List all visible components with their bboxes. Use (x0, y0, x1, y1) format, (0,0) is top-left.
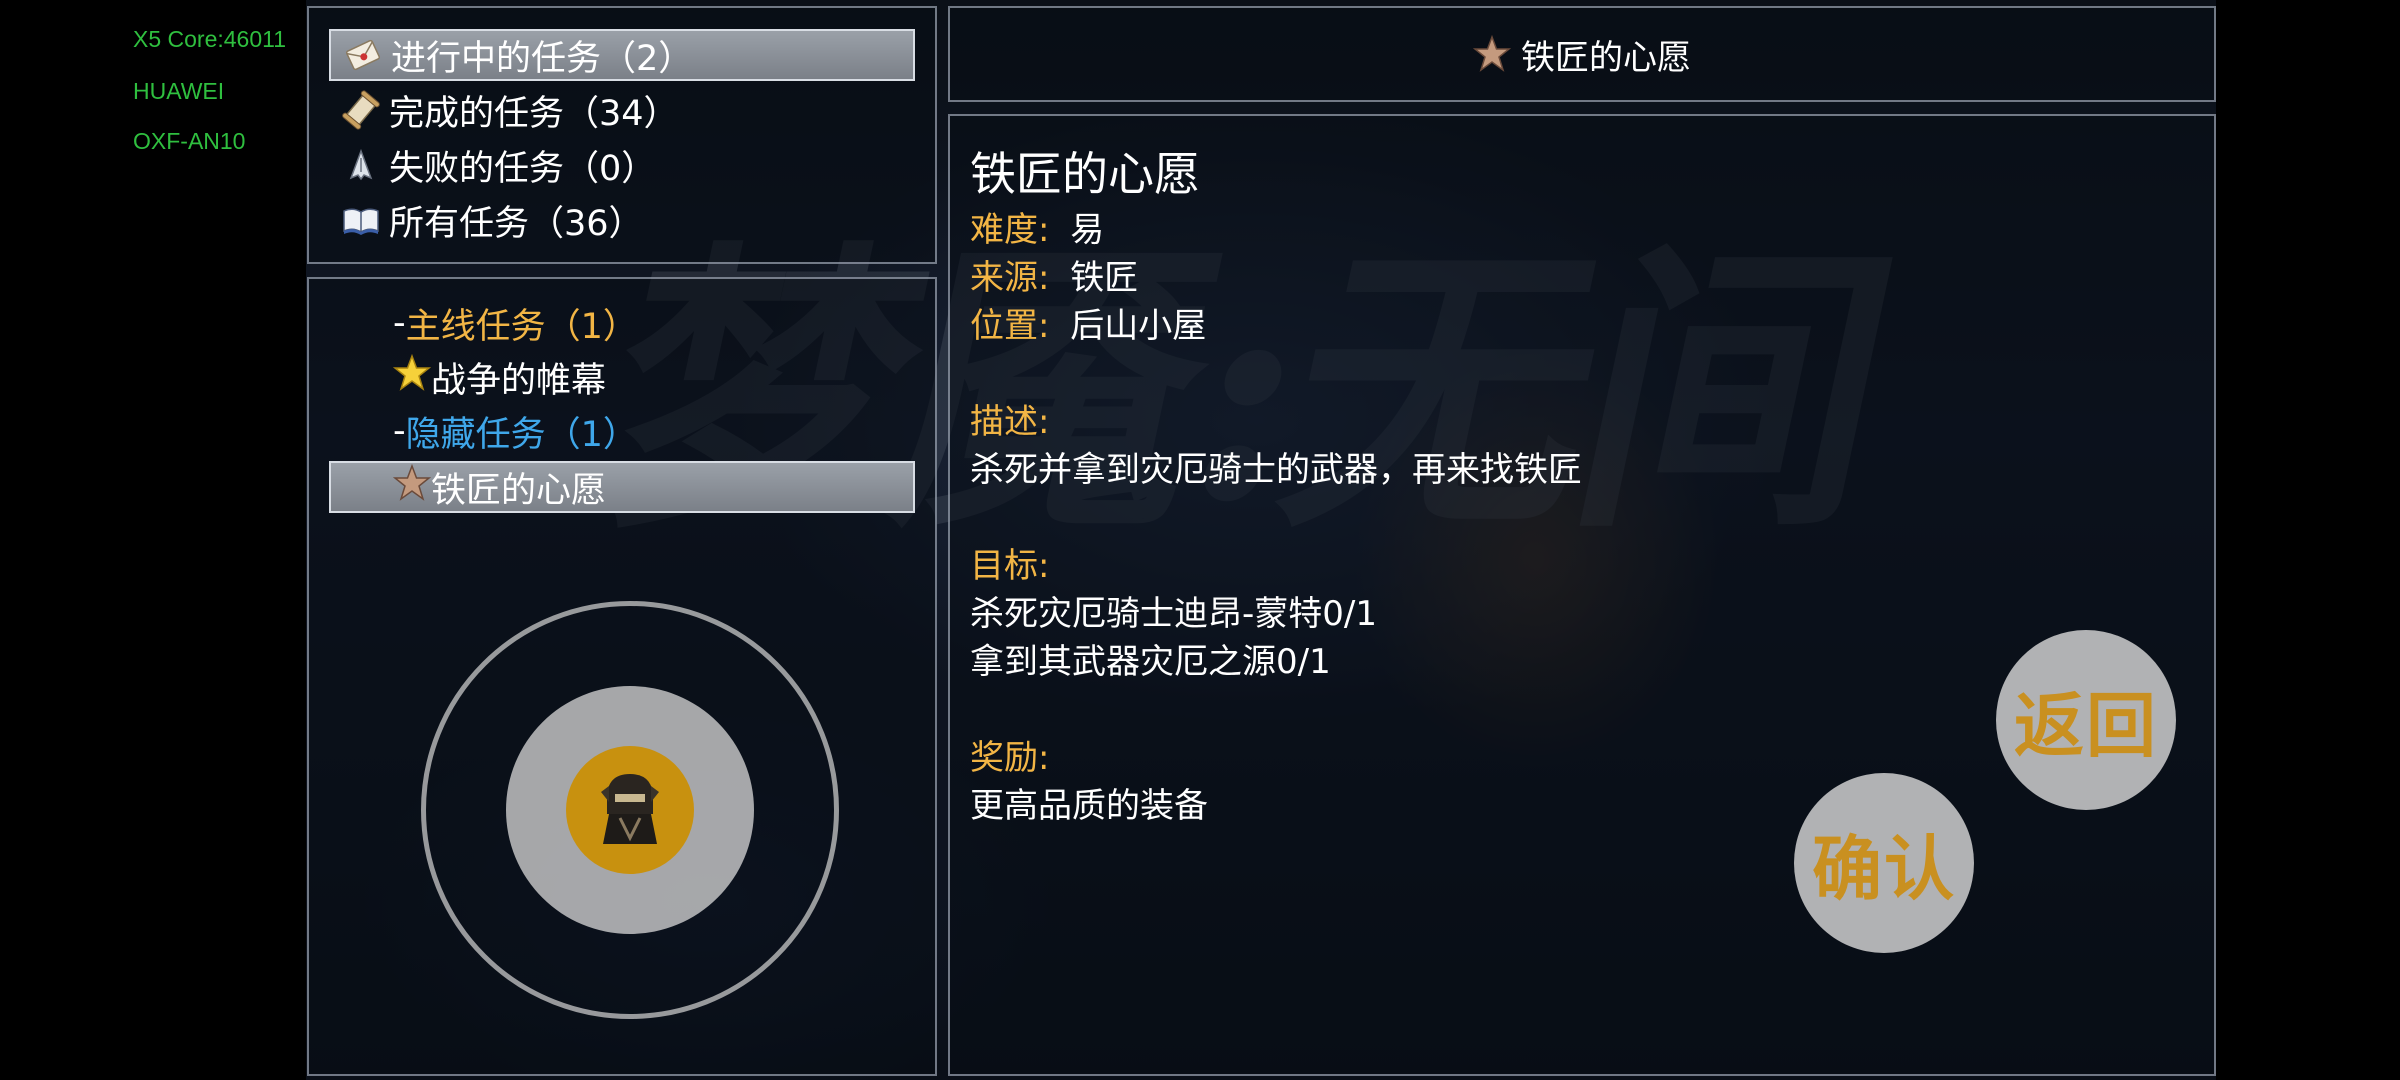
quest-category-panel: 进行中的任务（2） 完成的任务（34） 失败的任务（0） 所有任务（36） (307, 6, 937, 264)
difficulty-label: 难度: (970, 210, 1050, 250)
quest-item-label: 战争的帷幕 (431, 360, 607, 401)
joystick-pad (506, 686, 754, 934)
header-title: 铁匠的心愿 (1521, 37, 1691, 78)
objective-item: 杀死灾厄骑士迪昂-蒙特0/1 (970, 594, 1377, 634)
objective-item: 拿到其武器灾厄之源0/1 (970, 642, 1331, 682)
scroll-letter-icon (341, 33, 385, 77)
category-label: 所有任务（36） (389, 203, 644, 244)
description-label: 描述: (970, 402, 1050, 442)
location-value: 后山小屋 (1070, 306, 1207, 346)
reward-text: 更高品质的装备 (970, 786, 1208, 826)
tree-dash: - (393, 303, 406, 343)
group-main-label: 主线任务（1） (405, 306, 638, 347)
device-info-core: X5 Core:46011 (133, 26, 287, 52)
location-row: 位置: 后山小屋 (970, 298, 1206, 347)
category-failed[interactable]: 失败的任务（0） (329, 139, 915, 191)
confirm-button[interactable]: 确认 (1794, 773, 1974, 953)
quest-header-panel: 铁匠的心愿 (948, 6, 2216, 102)
quest-item-war-curtain[interactable]: 战争的帷幕 (329, 351, 915, 403)
group-hidden-label: 隐藏任务（1） (405, 414, 638, 455)
difficulty-value: 易 (1070, 210, 1105, 250)
category-all[interactable]: 所有任务（36） (329, 194, 915, 246)
rolled-scroll-icon (339, 88, 383, 132)
objectives-label: 目标: (970, 546, 1050, 586)
gold-star-icon (392, 353, 432, 401)
game-screen: 梦魇:无间 X5 Core:46011 HUAWEI OXF-AN10 进行中的… (0, 0, 2400, 1080)
helmet-icon (595, 768, 665, 852)
difficulty-row: 难度: 易 (970, 202, 1104, 251)
category-label: 失败的任务（0） (389, 148, 657, 189)
bronze-star-icon (1473, 35, 1511, 73)
device-info-model: OXF-AN10 (133, 128, 246, 154)
joystick-thumb[interactable] (566, 746, 694, 874)
location-label: 位置: (970, 306, 1050, 346)
open-book-icon (339, 198, 383, 242)
quest-item-blacksmith-wish[interactable]: 铁匠的心愿 (329, 461, 915, 513)
group-hidden-quests[interactable]: - 隐藏任务（1） (329, 405, 915, 457)
virtual-joystick[interactable] (421, 601, 839, 1019)
category-completed[interactable]: 完成的任务（34） (329, 84, 915, 136)
tree-dash: - (393, 411, 406, 451)
device-info-brand: HUAWEI (133, 78, 225, 104)
bronze-star-icon (392, 463, 432, 511)
description-text: 杀死并拿到灾厄骑士的武器，再来找铁匠 (970, 450, 1582, 490)
reward-label: 奖励: (970, 738, 1050, 778)
category-label: 完成的任务（34） (389, 93, 679, 134)
group-main-quests[interactable]: - 主线任务（1） (329, 297, 915, 349)
category-label: 进行中的任务（2） (391, 38, 694, 79)
quest-title: 铁匠的心愿 (970, 147, 1200, 201)
category-in-progress[interactable]: 进行中的任务（2） (329, 29, 915, 81)
quest-item-label: 铁匠的心愿 (431, 470, 607, 511)
back-button[interactable]: 返回 (1996, 630, 2176, 810)
source-label: 来源: (970, 258, 1050, 298)
broken-blade-icon (339, 143, 383, 187)
source-row: 来源: 铁匠 (970, 250, 1138, 299)
source-value: 铁匠 (1070, 258, 1139, 298)
